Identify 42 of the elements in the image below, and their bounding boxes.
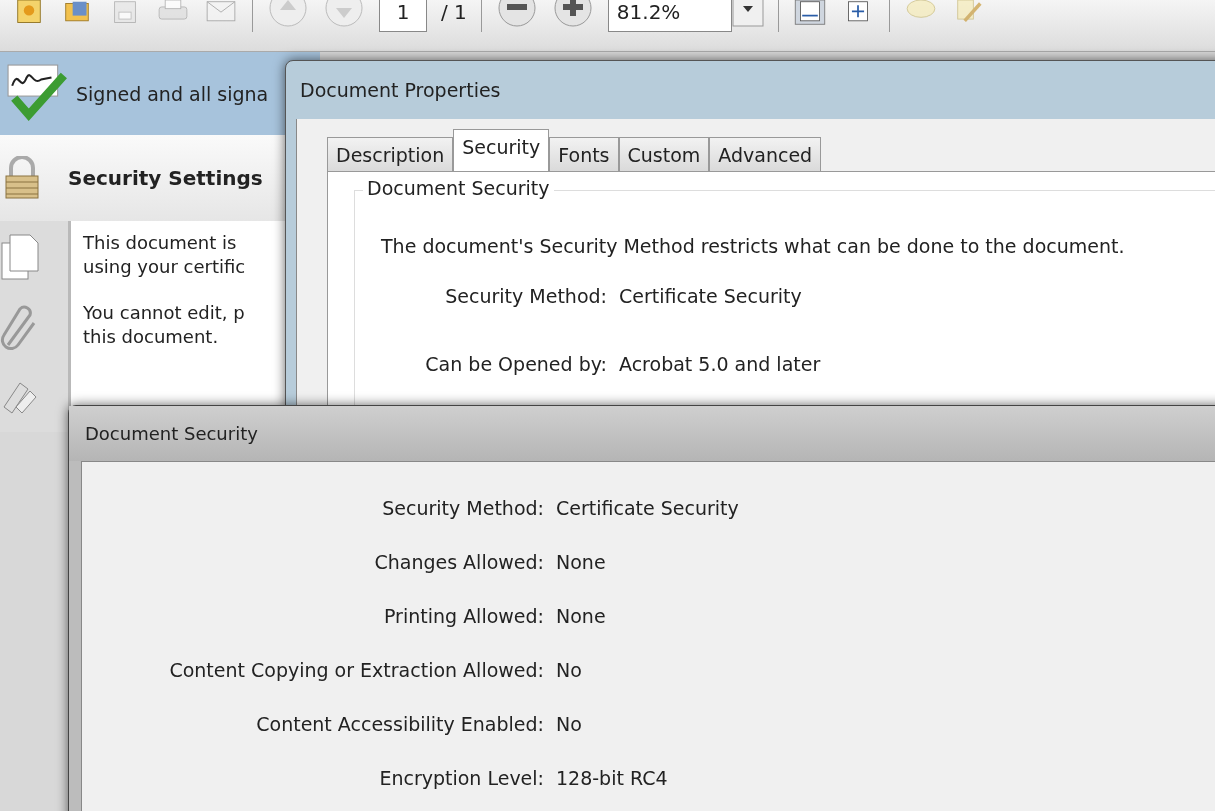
field-value: Certificate Security: [556, 497, 739, 521]
page-count: / 1: [441, 0, 467, 24]
field-value: 128-bit RC4: [556, 767, 668, 791]
panel-text: This document is: [83, 231, 238, 255]
arrow-up-icon[interactable]: [267, 0, 309, 28]
field-label: Encryption Level:: [378, 767, 544, 791]
intro-text: The document's Security Method restricts what can be done to the document.: [381, 235, 1126, 257]
panel-text: using your certific: [83, 255, 247, 279]
panel-text: this document.: [83, 325, 220, 349]
field-value: None: [556, 605, 606, 629]
padlock-icon: [4, 156, 40, 200]
zoom-field[interactable]: 81.2%: [607, 0, 732, 32]
field-label: Can be Opened by:: [424, 353, 607, 377]
tab[interactable]: Advanced: [709, 137, 822, 171]
dropdown-caret-icon[interactable]: [731, 0, 764, 28]
field-label: Security Method:: [444, 285, 607, 309]
zoom-in-icon[interactable]: [551, 0, 594, 28]
field-label: Content Copying or Extraction Allowed:: [168, 659, 544, 683]
zoom-out-icon[interactable]: [495, 0, 538, 28]
tab[interactable]: Description: [327, 137, 454, 171]
page-number-field[interactable]: 1: [379, 0, 427, 32]
field-value: None: [556, 551, 606, 575]
field-label: Content Accessibility Enabled:: [255, 713, 544, 737]
dialog-title: Document Properties: [300, 79, 501, 101]
arrow-down-icon[interactable]: [323, 0, 365, 28]
tab[interactable]: Security: [453, 129, 550, 171]
tab[interactable]: Fonts: [549, 137, 619, 171]
security-settings-title: Security Settings: [68, 166, 263, 190]
field-label: Security Method:: [381, 497, 544, 521]
field-value: No: [556, 713, 582, 737]
field-value: Certificate Security: [619, 285, 802, 309]
pages-icon[interactable]: [0, 233, 40, 281]
group-title: Document Security: [363, 177, 554, 199]
fit-width-icon[interactable]: [792, 0, 827, 26]
dialog-title: Document Security: [85, 423, 258, 444]
signature-status: Signed and all signa: [76, 82, 269, 105]
field-value: Acrobat 5.0 and later: [619, 353, 821, 377]
field-value: No: [556, 659, 582, 683]
panel-text: You cannot edit, p: [83, 301, 246, 325]
field-label: Printing Allowed:: [383, 605, 544, 629]
tab[interactable]: Custom: [618, 137, 710, 171]
field-label: Changes Allowed:: [373, 551, 544, 575]
